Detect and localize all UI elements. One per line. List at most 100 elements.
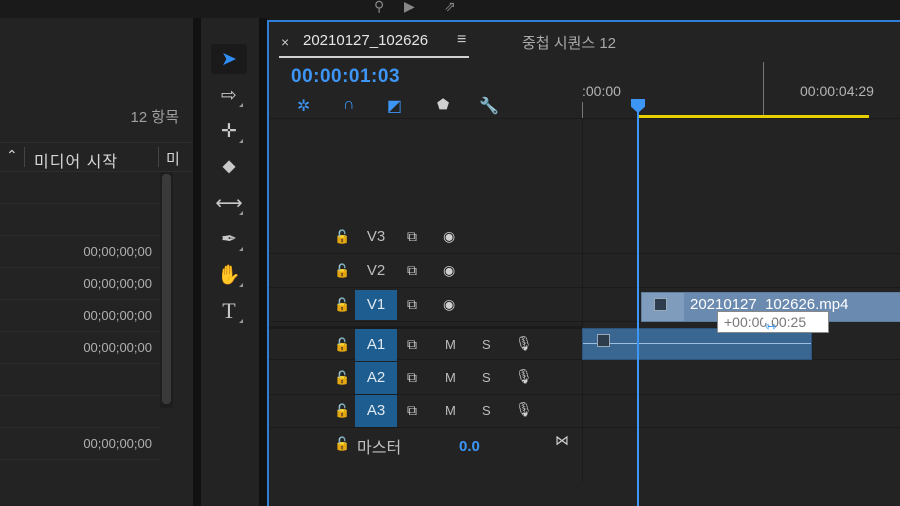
- track-label[interactable]: A3: [355, 395, 397, 427]
- selection-arrow-icon: ➤: [221, 48, 237, 70]
- lane-v2[interactable]: [582, 254, 900, 288]
- playhead-timecode[interactable]: 00:00:01:03: [291, 66, 400, 88]
- timeline-panel: × 20210127_102626 ≡ 중첩 시퀀스 12 00:00:01:0…: [267, 20, 900, 506]
- mute-button[interactable]: M: [445, 370, 456, 385]
- list-item[interactable]: 00;00;00;00: [0, 428, 160, 460]
- panel-divider[interactable]: [193, 18, 201, 506]
- type-tool[interactable]: T: [211, 296, 247, 326]
- list-item[interactable]: [0, 172, 160, 204]
- media-start-timecode: 00;00;00;00: [83, 244, 152, 259]
- track-label[interactable]: V3: [355, 228, 397, 245]
- lock-icon[interactable]: 🔓: [334, 297, 350, 313]
- mute-button[interactable]: M: [445, 403, 456, 418]
- eye-icon[interactable]: ◉: [443, 262, 455, 279]
- toggle-sync-lock-icon[interactable]: ⧉: [407, 369, 417, 386]
- track-header-a3[interactable]: 🔓 A3 ⧉ M S 🎙: [269, 395, 582, 428]
- media-start-timecode: 00;00;00;00: [83, 340, 152, 355]
- media-start-timecode: 00;00;00;00: [83, 276, 152, 291]
- track-header-v2[interactable]: 🔓 V2 ⧉ ◉: [269, 254, 582, 288]
- toggle-sync-lock-icon[interactable]: ⧉: [407, 402, 417, 419]
- fx-badge-icon: [654, 298, 667, 311]
- add-marker-icon[interactable]: ⬟: [437, 96, 449, 113]
- share-icon[interactable]: ⇗: [444, 0, 456, 15]
- nest-sequence-icon[interactable]: ✲: [297, 96, 310, 116]
- razor-icon: ⬥: [222, 156, 236, 177]
- toggle-sync-lock-icon[interactable]: ⧉: [407, 262, 417, 279]
- track-header-a1[interactable]: 🔓 A1 ⧉ M S 🎙: [269, 326, 582, 361]
- linked-selection-icon[interactable]: ◩: [387, 96, 402, 116]
- track-select-forward-tool[interactable]: ⇨: [211, 80, 247, 110]
- tab-nested-sequence[interactable]: 중첩 시퀀스 12: [522, 32, 616, 53]
- microphone-icon[interactable]: 🎙: [515, 335, 533, 352]
- list-item[interactable]: 00;00;00;00: [0, 268, 160, 300]
- list-item[interactable]: 00;00;00;00: [0, 300, 160, 332]
- sort-ascending-icon[interactable]: ⌃: [6, 147, 18, 164]
- solo-button[interactable]: S: [482, 403, 491, 418]
- top-strip: ⚲ ▶ ⇗: [0, 0, 900, 18]
- lane-v3[interactable]: [582, 220, 900, 254]
- wrench-icon[interactable]: 🔧: [479, 96, 499, 116]
- go-to-end-icon[interactable]: ⋈: [555, 432, 569, 449]
- solo-button[interactable]: S: [482, 337, 491, 352]
- microphone-icon[interactable]: 🎙: [515, 401, 533, 418]
- ruler-end-label: 00:00:04:29: [800, 83, 874, 99]
- time-ruler[interactable]: :00:00 00:00:04:29: [582, 62, 900, 118]
- master-volume-value[interactable]: 0.0: [459, 438, 480, 455]
- toggle-sync-lock-icon[interactable]: ⧉: [407, 228, 417, 245]
- export-frame-icon[interactable]: ▶: [404, 0, 415, 15]
- track-header-v3[interactable]: 🔓 V3 ⧉ ◉: [269, 220, 582, 254]
- column-media-start[interactable]: 미디어 시작: [34, 148, 118, 172]
- hand-tool[interactable]: ✋: [211, 260, 247, 290]
- lock-icon[interactable]: 🔓: [334, 229, 350, 245]
- list-item[interactable]: 00;00;00;00: [0, 332, 160, 364]
- eye-icon[interactable]: ◉: [443, 228, 455, 245]
- filter-icon[interactable]: ⚲: [374, 0, 384, 15]
- lock-icon[interactable]: 🔓: [334, 403, 350, 419]
- ruler-tick: [763, 62, 764, 118]
- track-label[interactable]: A2: [355, 362, 397, 394]
- snap-magnet-icon[interactable]: ∩: [343, 96, 355, 114]
- toggle-sync-lock-icon[interactable]: ⧉: [407, 296, 417, 313]
- selection-tool[interactable]: ➤: [211, 44, 247, 74]
- panel-divider[interactable]: [259, 18, 267, 506]
- list-item[interactable]: [0, 364, 160, 396]
- list-item[interactable]: 00;00;00;00: [0, 236, 160, 268]
- scroll-thumb[interactable]: [162, 174, 171, 404]
- close-tab-icon[interactable]: ×: [281, 34, 289, 50]
- lane-a3[interactable]: [582, 395, 900, 428]
- lock-icon[interactable]: 🔓: [334, 337, 350, 353]
- lock-icon[interactable]: 🔓: [334, 370, 350, 386]
- track-header-v1[interactable]: 🔓 V1 ⧉ ◉: [269, 288, 582, 322]
- lock-icon[interactable]: 🔓: [334, 263, 350, 279]
- active-tab-indicator: [279, 56, 469, 58]
- audio-volume-line[interactable]: [583, 343, 811, 344]
- column-divider[interactable]: [24, 147, 25, 167]
- solo-button[interactable]: S: [482, 370, 491, 385]
- razor-tool[interactable]: ⬥: [211, 152, 247, 182]
- mute-button[interactable]: M: [445, 337, 456, 352]
- track-label[interactable]: V2: [355, 262, 397, 279]
- list-item[interactable]: [0, 396, 160, 428]
- lane-a2[interactable]: [582, 362, 900, 395]
- column-divider[interactable]: [158, 147, 159, 167]
- tools-panel: ➤ ⇨ ✛ ⬥ ⟷ ✒ ✋ T: [201, 18, 259, 506]
- panel-menu-icon[interactable]: ≡: [457, 31, 466, 49]
- ripple-edit-tool[interactable]: ✛: [211, 116, 247, 146]
- lock-icon[interactable]: 🔓: [334, 436, 350, 452]
- tab-sequence[interactable]: 20210127_102626: [303, 32, 428, 49]
- toggle-sync-lock-icon[interactable]: ⧉: [407, 336, 417, 353]
- track-label[interactable]: V1: [355, 290, 397, 320]
- track-label[interactable]: A1: [355, 329, 397, 361]
- list-item[interactable]: [0, 204, 160, 236]
- pen-tool[interactable]: ✒: [211, 224, 247, 254]
- hand-icon: ✋: [217, 265, 241, 286]
- item-count: 12 항목: [130, 109, 179, 126]
- microphone-icon[interactable]: 🎙: [515, 368, 533, 385]
- project-scrollbar[interactable]: [160, 172, 173, 408]
- eye-icon[interactable]: ◉: [443, 296, 455, 313]
- column-next[interactable]: 미: [166, 148, 180, 169]
- slip-tool[interactable]: ⟷: [211, 188, 247, 218]
- media-start-timecode: 00;00;00;00: [83, 436, 152, 451]
- master-track[interactable]: 🔓 마스터 0.0 ⋈: [269, 428, 900, 462]
- track-header-a2[interactable]: 🔓 A2 ⧉ M S 🎙: [269, 362, 582, 395]
